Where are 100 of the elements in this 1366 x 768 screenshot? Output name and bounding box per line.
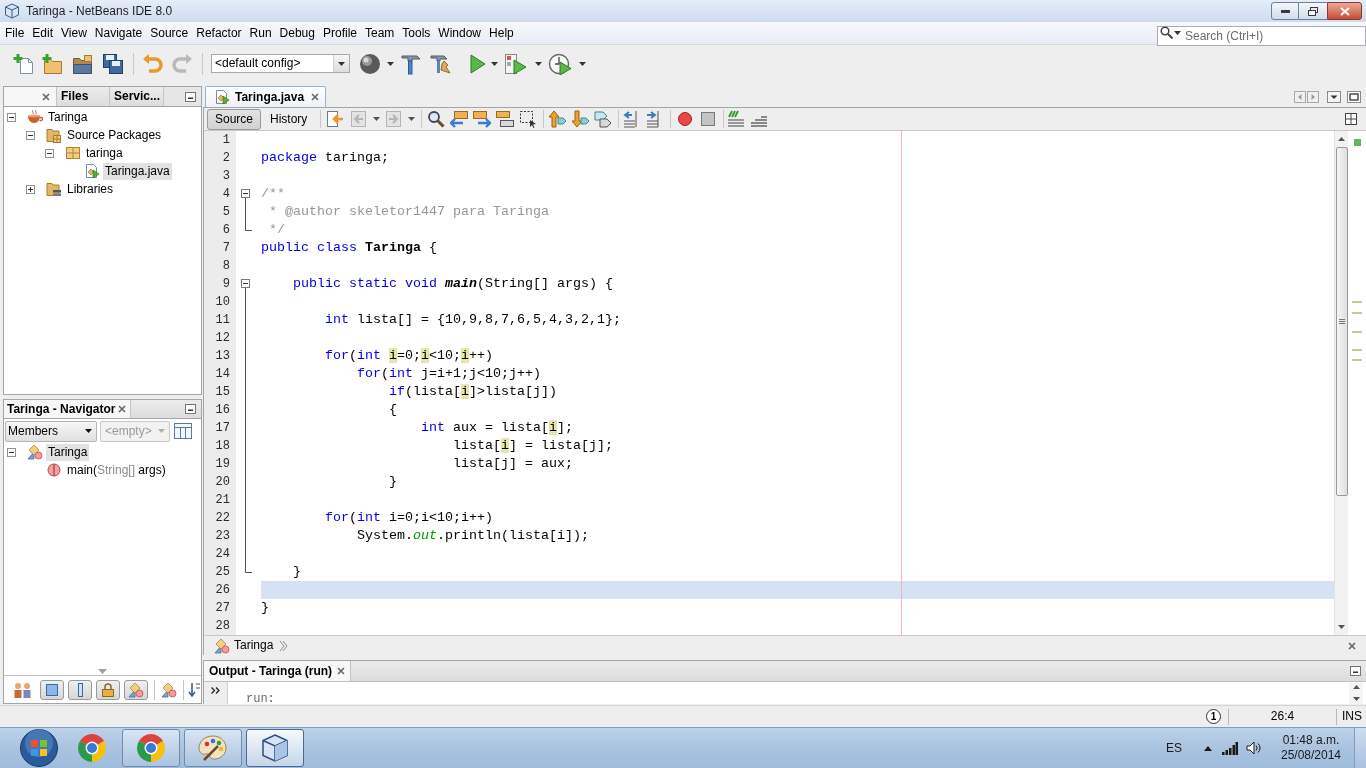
panel-tab[interactable]: Files (57, 87, 110, 106)
panel-layout-icon[interactable] (174, 423, 192, 439)
cube-icon[interactable] (261, 734, 289, 762)
sphere-icon[interactable] (359, 52, 381, 75)
config-dropdown[interactable]: <default config> (211, 54, 350, 73)
stacked-boxes-icon[interactable] (496, 110, 515, 129)
collapse-icon[interactable] (26, 130, 35, 140)
shapes-icon[interactable] (161, 681, 177, 698)
double-chevron-icon[interactable] (211, 687, 220, 694)
dotted-selection-icon[interactable] (519, 110, 538, 129)
menu-item[interactable]: Profile (319, 25, 361, 41)
hammer-icon[interactable] (400, 52, 422, 75)
minimize-icon[interactable] (185, 91, 196, 102)
stop-icon[interactable] (699, 110, 718, 129)
caret-icon[interactable] (387, 61, 394, 66)
fold-collapse-icon[interactable] (241, 189, 250, 204)
split-view-icon[interactable] (1345, 113, 1357, 126)
menu-item[interactable]: Edit (28, 25, 58, 41)
scroll-down-icon[interactable] (1352, 697, 1360, 701)
dropdown-icon[interactable] (1327, 90, 1341, 103)
tricolor-circle-icon[interactable] (78, 734, 106, 762)
panel-tab[interactable]: Output - Taringa (run) (204, 661, 351, 681)
clock-date[interactable]: 25/08/2014 (1280, 748, 1342, 763)
caret-icon[interactable] (491, 61, 498, 66)
palette-icon[interactable] (198, 734, 228, 762)
menu-item[interactable]: Navigate (90, 25, 147, 41)
scroll-down-icon[interactable] (1338, 625, 1345, 630)
slashes-lines-icon[interactable] (727, 110, 746, 129)
menu-item[interactable]: Team (361, 25, 399, 41)
clock-time[interactable]: 01:48 a.m. (1282, 733, 1340, 748)
taskbar-button[interactable] (246, 729, 304, 767)
hammer-broom-icon[interactable] (430, 52, 454, 75)
close-icon[interactable] (1348, 641, 1356, 650)
signal-bars-icon[interactable] (1222, 741, 1238, 755)
caret-icon[interactable] (338, 61, 345, 66)
collapse-icon[interactable] (7, 447, 16, 457)
tree-item[interactable]: Taringa (46, 443, 90, 461)
chevron-right-icon[interactable] (279, 639, 289, 652)
tricolor-circle-icon[interactable] (137, 734, 165, 762)
arrow-up-icon[interactable] (548, 110, 567, 129)
search-icon[interactable] (427, 110, 446, 129)
sort-icon[interactable] (188, 681, 200, 698)
tag-icon[interactable] (594, 110, 613, 129)
filter-toggle-button[interactable] (68, 679, 92, 700)
minimize-button[interactable] (1271, 2, 1299, 20)
taskbar-button[interactable] (122, 729, 180, 767)
clock-play-icon[interactable] (548, 52, 572, 75)
menu-item[interactable]: Refactor (192, 25, 246, 41)
tree-item[interactable]: Source Packages (65, 126, 164, 144)
tree-item[interactable]: Libraries (65, 180, 116, 198)
close-icon[interactable] (337, 667, 345, 675)
tree-item[interactable]: Taringa (46, 108, 90, 126)
menu-item[interactable]: Window (434, 25, 486, 41)
minimize-icon[interactable] (1350, 666, 1361, 676)
menu-item[interactable]: View (57, 25, 91, 41)
taskbar-button[interactable] (184, 729, 242, 767)
filter-toggle-button[interactable] (124, 679, 148, 700)
caret-icon[interactable] (373, 117, 381, 122)
menu-item[interactable]: Tools (398, 25, 435, 41)
breadcrumb-item[interactable]: Taringa (234, 638, 274, 654)
panel-tab[interactable]: Taringa - Navigator (4, 400, 131, 418)
menu-item[interactable]: Debug (275, 25, 319, 41)
close-icon[interactable] (42, 92, 50, 101)
expand-icon[interactable] (26, 184, 35, 194)
menu-item[interactable]: File (1, 25, 29, 41)
language-indicator[interactable]: ES (1166, 740, 1182, 756)
collapse-icon[interactable] (7, 112, 16, 122)
tree-item[interactable]: taringa (84, 144, 125, 162)
caret-icon[interactable] (579, 61, 586, 66)
menu-item[interactable]: Run (245, 25, 276, 41)
search-field[interactable]: Search (Ctrl+I) (1157, 26, 1366, 46)
panel-tab[interactable]: Servic... (110, 87, 164, 106)
play-icon[interactable] (469, 52, 487, 75)
view-tab[interactable]: History (262, 108, 316, 130)
notification-count[interactable]: 1 (1206, 709, 1221, 724)
scroll-up-icon[interactable] (1352, 685, 1360, 689)
new-folder-icon[interactable] (42, 52, 64, 75)
speaker-icon[interactable] (1246, 741, 1261, 755)
record-icon[interactable] (676, 110, 695, 129)
new-file-icon[interactable] (13, 52, 35, 75)
document-play-icon[interactable] (504, 52, 528, 75)
page-arrow-icon[interactable] (326, 110, 345, 129)
fold-collapse-icon[interactable] (241, 279, 250, 294)
maximize-icon[interactable] (1347, 90, 1361, 103)
caret-icon[interactable] (408, 117, 416, 122)
filter-toggle-button[interactable] (40, 679, 64, 700)
box-arrow-left-icon[interactable] (450, 110, 469, 129)
start-orb-icon[interactable] (19, 728, 59, 768)
members-dropdown[interactable]: Members (5, 420, 97, 442)
menu-item[interactable]: Source (146, 25, 193, 41)
tree-item[interactable]: Taringa.java (103, 162, 172, 180)
menu-item[interactable]: Help (485, 25, 518, 41)
filter-toggle-button[interactable] (96, 679, 120, 700)
caret-icon[interactable] (1174, 30, 1181, 35)
people-icon[interactable] (13, 680, 33, 699)
maximize-button[interactable] (1299, 2, 1327, 20)
editor-tab[interactable]: Taringa.java (205, 86, 326, 107)
scroll-up-icon[interactable] (1338, 137, 1345, 142)
vertical-scrollbar[interactable] (1349, 682, 1363, 704)
open-folder-icon[interactable] (72, 52, 94, 75)
